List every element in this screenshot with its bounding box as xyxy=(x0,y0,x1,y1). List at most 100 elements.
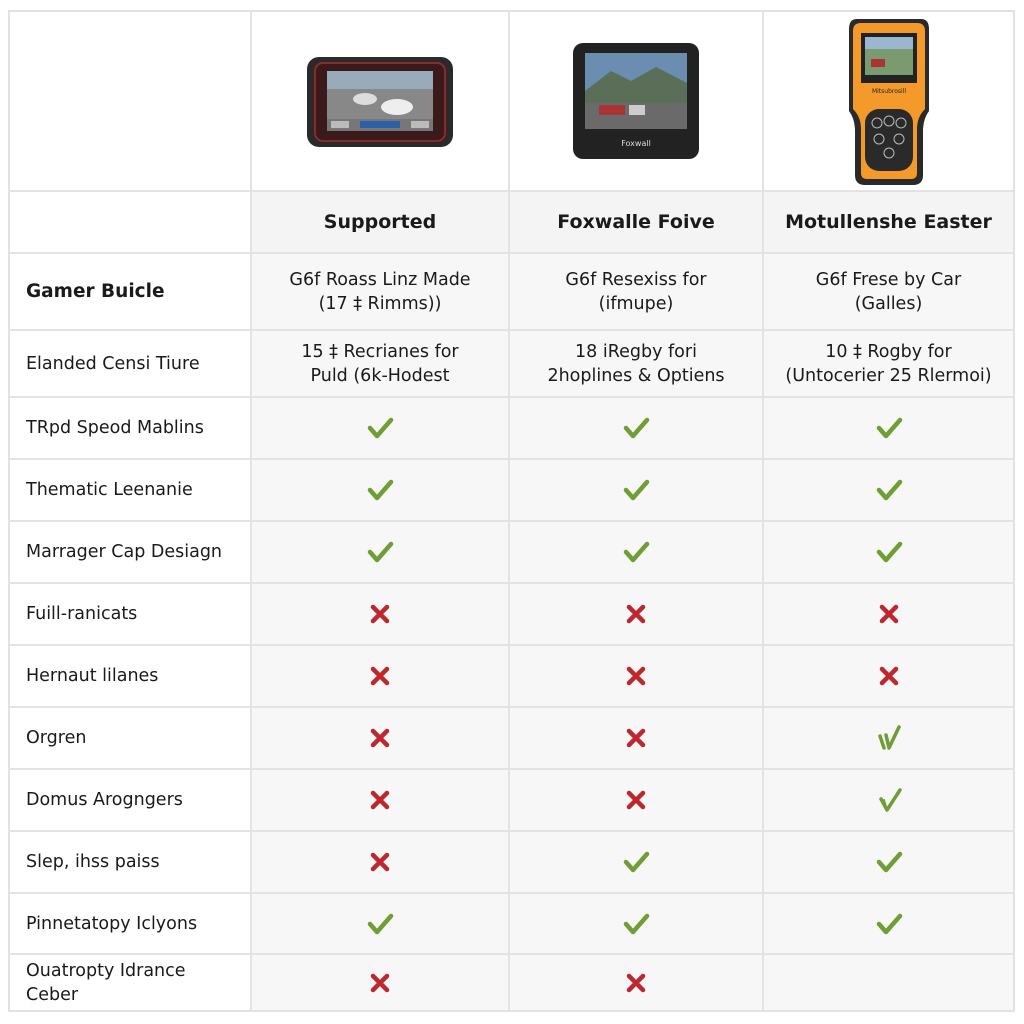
feature-label-text: Slep, ihss paiss xyxy=(26,852,160,872)
handheld-screen-device-icon: Foxwall xyxy=(573,43,699,159)
value-text-line: 15 ‡ Recrianes for xyxy=(301,341,459,362)
check-icon xyxy=(367,417,394,439)
value-cell xyxy=(250,770,508,830)
cross-icon xyxy=(370,852,390,872)
value-cell xyxy=(762,522,1013,582)
feature-label-text: Marrager Cap Desiagn xyxy=(26,542,223,562)
value-cell xyxy=(508,584,762,644)
feature-label-text: Ouatropty Idrance Ceber xyxy=(26,960,186,1005)
feature-label: Hernaut lilanes xyxy=(10,646,250,706)
cross-icon xyxy=(626,790,646,810)
device-2-brand: Foxwall xyxy=(621,139,651,148)
value-text-line: G6f Roass Linz Made xyxy=(289,269,471,290)
header-corner xyxy=(10,192,250,252)
check-icon xyxy=(623,479,650,501)
feature-label-text: Fuill-ranicats xyxy=(26,604,138,624)
value-cell: 10 ‡ Rogby for (Untocerier 25 Rlermoi) xyxy=(762,331,1013,396)
feature-label-text: Gamer Buicle xyxy=(26,280,165,302)
cross-icon xyxy=(879,604,898,624)
value-text-line: Puld (6k-Hodest xyxy=(310,365,450,386)
table-row: Thematic Leenanie xyxy=(10,458,1013,520)
value-cell xyxy=(250,832,508,892)
feature-label: TRpd Speod Mablins xyxy=(10,398,250,458)
feature-label-text: Thematic Leenanie xyxy=(26,480,193,500)
value-cell xyxy=(508,955,762,1010)
check-icon xyxy=(876,479,902,501)
cross-icon xyxy=(370,973,390,992)
value-cell xyxy=(762,708,1013,768)
check-icon xyxy=(623,851,650,873)
value-text-line: G6f Frese by Car xyxy=(815,269,962,290)
feature-label: Elanded Censi Tiure xyxy=(10,331,250,396)
value-cell xyxy=(250,646,508,706)
feature-label: Orgren xyxy=(10,708,250,768)
value-text-line: 18 iRegby fori xyxy=(575,341,697,362)
value-cell xyxy=(508,708,762,768)
check-icon xyxy=(623,417,650,439)
value-cell xyxy=(508,770,762,830)
feature-label-text: Orgren xyxy=(26,728,87,748)
value-cell xyxy=(508,460,762,520)
product-image-row: Foxwall Mitsubrosill xyxy=(10,12,1013,190)
check-icon xyxy=(623,913,650,934)
feature-label: Ouatropty Idrance Ceber xyxy=(10,955,250,1010)
value-text-line: (Galles) xyxy=(854,293,923,314)
value-cell: 15 ‡ Recrianes for Puld (6k-Hodest xyxy=(250,331,508,396)
table-row: Orgren xyxy=(10,706,1013,768)
cross-icon xyxy=(879,666,898,686)
value-cell xyxy=(508,894,762,953)
product-image-cell-3: Mitsubrosill xyxy=(762,12,1013,190)
value-cell xyxy=(250,584,508,644)
cross-icon xyxy=(370,666,390,686)
value-text-line: G6f Resexiss for xyxy=(565,269,707,290)
value-cell xyxy=(250,398,508,458)
value-cell xyxy=(250,955,508,1010)
check-icon xyxy=(876,851,902,873)
feature-label: Pinnetatopy Iclyons xyxy=(10,894,250,953)
table-row: Gamer Buicle G6f Roass Linz Made (17 ‡ Rim… xyxy=(10,252,1013,329)
value-text-line: (17 ‡ Rimms)) xyxy=(318,293,442,314)
feature-label: Domus Arogngers xyxy=(10,770,250,830)
check-icon xyxy=(367,541,394,563)
value-cell xyxy=(762,460,1013,520)
feature-label: Fuill-ranicats xyxy=(10,584,250,644)
value-text-line: 10 ‡ Rogby for xyxy=(825,341,952,362)
feature-label-text: Pinnetatopy Iclyons xyxy=(26,913,198,934)
device-3-brand: Mitsubrosill xyxy=(871,88,905,95)
check-icon xyxy=(367,913,394,934)
value-cell xyxy=(508,646,762,706)
product-image-cell-2: Foxwall xyxy=(508,12,762,190)
check-icon xyxy=(878,788,902,812)
product-name-1: Supported xyxy=(250,192,508,252)
cross-icon xyxy=(626,666,646,686)
table-row: Domus Arogngers xyxy=(10,768,1013,830)
feature-label-text: TRpd Speod Mablins xyxy=(26,418,204,438)
cross-icon xyxy=(626,728,646,748)
feature-label: Gamer Buicle xyxy=(10,254,250,329)
cross-icon xyxy=(626,973,646,992)
value-cell xyxy=(762,955,1013,1010)
corner-cell xyxy=(10,12,250,190)
check-icon xyxy=(876,541,902,563)
value-text-line: 2hoplines & Optiens xyxy=(547,365,725,386)
table-row: Pinnetatopy Iclyons xyxy=(10,892,1013,953)
table-row: Marrager Cap Desiagn xyxy=(10,520,1013,582)
value-cell xyxy=(250,460,508,520)
feature-label: Marrager Cap Desiagn xyxy=(10,522,250,582)
table-row: Slep, ihss paiss xyxy=(10,830,1013,892)
value-cell xyxy=(508,522,762,582)
cross-icon xyxy=(370,604,390,624)
check-icon xyxy=(623,541,650,563)
value-cell xyxy=(762,646,1013,706)
value-cell xyxy=(762,894,1013,953)
check-icon xyxy=(876,913,902,934)
cross-icon xyxy=(370,790,390,810)
value-cell xyxy=(508,398,762,458)
table-row: Hernaut lilanes xyxy=(10,644,1013,706)
feature-label: Thematic Leenanie xyxy=(10,460,250,520)
value-cell xyxy=(762,770,1013,830)
product-header-row: Supported Foxwalle Foive Motullenshe Eas… xyxy=(10,190,1013,252)
orange-handheld-scanner-icon: Mitsubrosill xyxy=(848,19,929,185)
value-cell xyxy=(762,832,1013,892)
value-cell xyxy=(762,398,1013,458)
